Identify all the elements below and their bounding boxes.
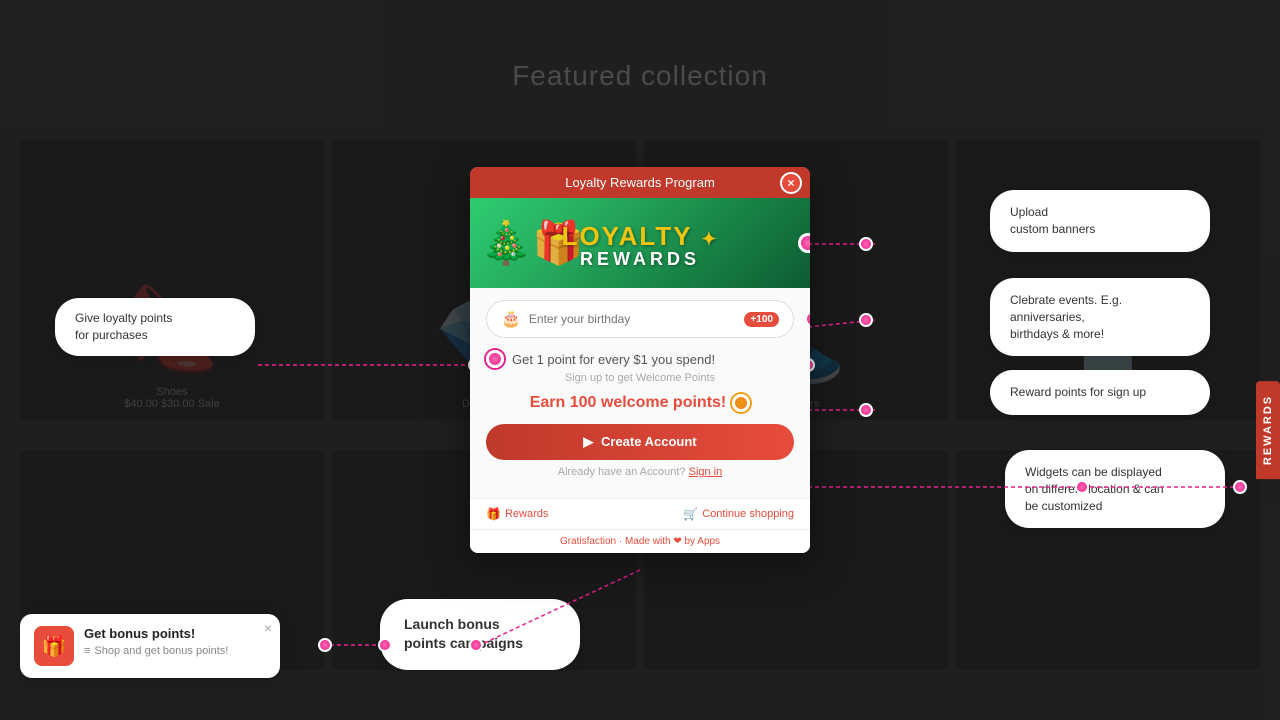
callout-upload-text: Uploadcustom banners xyxy=(1010,204,1095,238)
branding-suffix: · Made with ❤ by Apps xyxy=(619,536,720,547)
connector-dot-launch-right xyxy=(469,638,483,652)
bonus-widget-close-button[interactable]: × xyxy=(264,620,272,636)
cart-icon: 🛒 xyxy=(683,507,698,521)
rewards-side-tab[interactable]: REWARDS xyxy=(1256,381,1280,479)
star-icon: ✦ xyxy=(701,230,718,248)
callout-launch-bonus: Launch bonuspoints campaigns xyxy=(380,599,580,670)
connector-dot-celebrate-right xyxy=(859,313,873,327)
bonus-title: Get bonus points! xyxy=(84,626,266,641)
callout-celebrate-text: Clebrate events. E.g.anniversaries,birth… xyxy=(1010,292,1122,342)
modal-footer-links: 🎁 Rewards 🛒 Continue shopping xyxy=(470,498,810,529)
banner-text: LOYALTY ✦ REWARDS xyxy=(562,223,719,270)
birthday-input[interactable] xyxy=(529,312,739,326)
footer-continue-link[interactable]: 🛒 Continue shopping xyxy=(683,507,794,521)
birthday-row: 🎂 +100 xyxy=(486,300,794,338)
modal-branding: Gratisfaction · Made with ❤ by Apps xyxy=(470,529,810,553)
connector-dot-widgets-right xyxy=(1233,480,1247,494)
callout-upload-banners: Uploadcustom banners xyxy=(990,190,1210,252)
gift-box-icon: 🎁 xyxy=(42,634,67,659)
modal-title: Loyalty Rewards Program xyxy=(565,175,715,190)
list-icon: ≡ xyxy=(84,645,90,657)
modal-body: 🎂 +100 Get 1 point for every $1 you spen… xyxy=(470,288,810,498)
bonus-subtitle: ≡ Shop and get bonus points! xyxy=(84,645,266,657)
birthday-connector-dot xyxy=(805,311,810,327)
gift-icon: 🎁 xyxy=(486,507,501,521)
modal-header: Loyalty Rewards Program × xyxy=(470,167,810,198)
callout-widgets: Widgets can be displayedon different loc… xyxy=(1005,450,1225,528)
callout-celebrate-events: Clebrate events. E.g.anniversaries,birth… xyxy=(990,278,1210,356)
create-account-button[interactable]: ▶ Create Account xyxy=(486,424,794,460)
loyalty-heading: LOYALTY ✦ xyxy=(562,223,719,249)
callout-reward-signup: Reward points for sign up xyxy=(990,370,1210,415)
connector-dot-reward-right xyxy=(859,403,873,417)
earn-text: Earn 100 welcome points! xyxy=(530,394,727,412)
callout-launch-text: Launch bonuspoints campaigns xyxy=(404,615,523,654)
callout-give-points-text: Give loyalty pointsfor purchases xyxy=(75,310,172,344)
connector-dot-bonus-right xyxy=(318,638,332,652)
bonus-icon-box: 🎁 xyxy=(34,626,74,666)
signin-row: Already have an Account? Sign in xyxy=(486,466,794,478)
birthday-icon: 🎂 xyxy=(501,309,521,329)
connector-dot-launch-left xyxy=(378,638,392,652)
banner-connector-dot xyxy=(798,233,810,253)
modal-close-button[interactable]: × xyxy=(780,172,802,194)
callout-give-points: Give loyalty pointsfor purchases xyxy=(55,298,255,356)
play-icon: ▶ xyxy=(583,434,593,449)
signin-link[interactable]: Sign in xyxy=(689,466,723,478)
get-points-text: Get 1 point for every $1 you spend! xyxy=(512,352,715,367)
branding-name: Gratisfaction xyxy=(560,536,616,547)
bonus-content: Get bonus points! ≡ Shop and get bonus p… xyxy=(84,626,266,657)
get-points-connector-dot xyxy=(486,350,504,368)
rewards-heading: REWARDS xyxy=(562,249,719,270)
connector-dot-widgets-mid xyxy=(1075,480,1089,494)
earn-connector-dot xyxy=(732,394,750,412)
modal-banner: 🎄🎁 LOYALTY ✦ REWARDS xyxy=(470,198,810,288)
signup-subtext: Sign up to get Welcome Points xyxy=(486,372,794,384)
callout-reward-text: Reward points for sign up xyxy=(1010,384,1146,401)
callout-widgets-text: Widgets can be displayedon different loc… xyxy=(1025,464,1164,514)
bonus-points-widget: 🎁 Get bonus points! ≡ Shop and get bonus… xyxy=(20,614,280,678)
earn-row: Earn 100 welcome points! xyxy=(486,394,794,412)
points-badge: +100 xyxy=(744,312,779,327)
loyalty-rewards-modal: Loyalty Rewards Program × 🎄🎁 LOYALTY ✦ R… xyxy=(470,167,810,553)
footer-rewards-link[interactable]: 🎁 Rewards xyxy=(486,507,548,521)
modal-wrapper: Loyalty Rewards Program × 🎄🎁 LOYALTY ✦ R… xyxy=(470,167,810,553)
connector-dot-upload-right xyxy=(859,237,873,251)
get-points-row: Get 1 point for every $1 you spend! xyxy=(486,350,794,368)
